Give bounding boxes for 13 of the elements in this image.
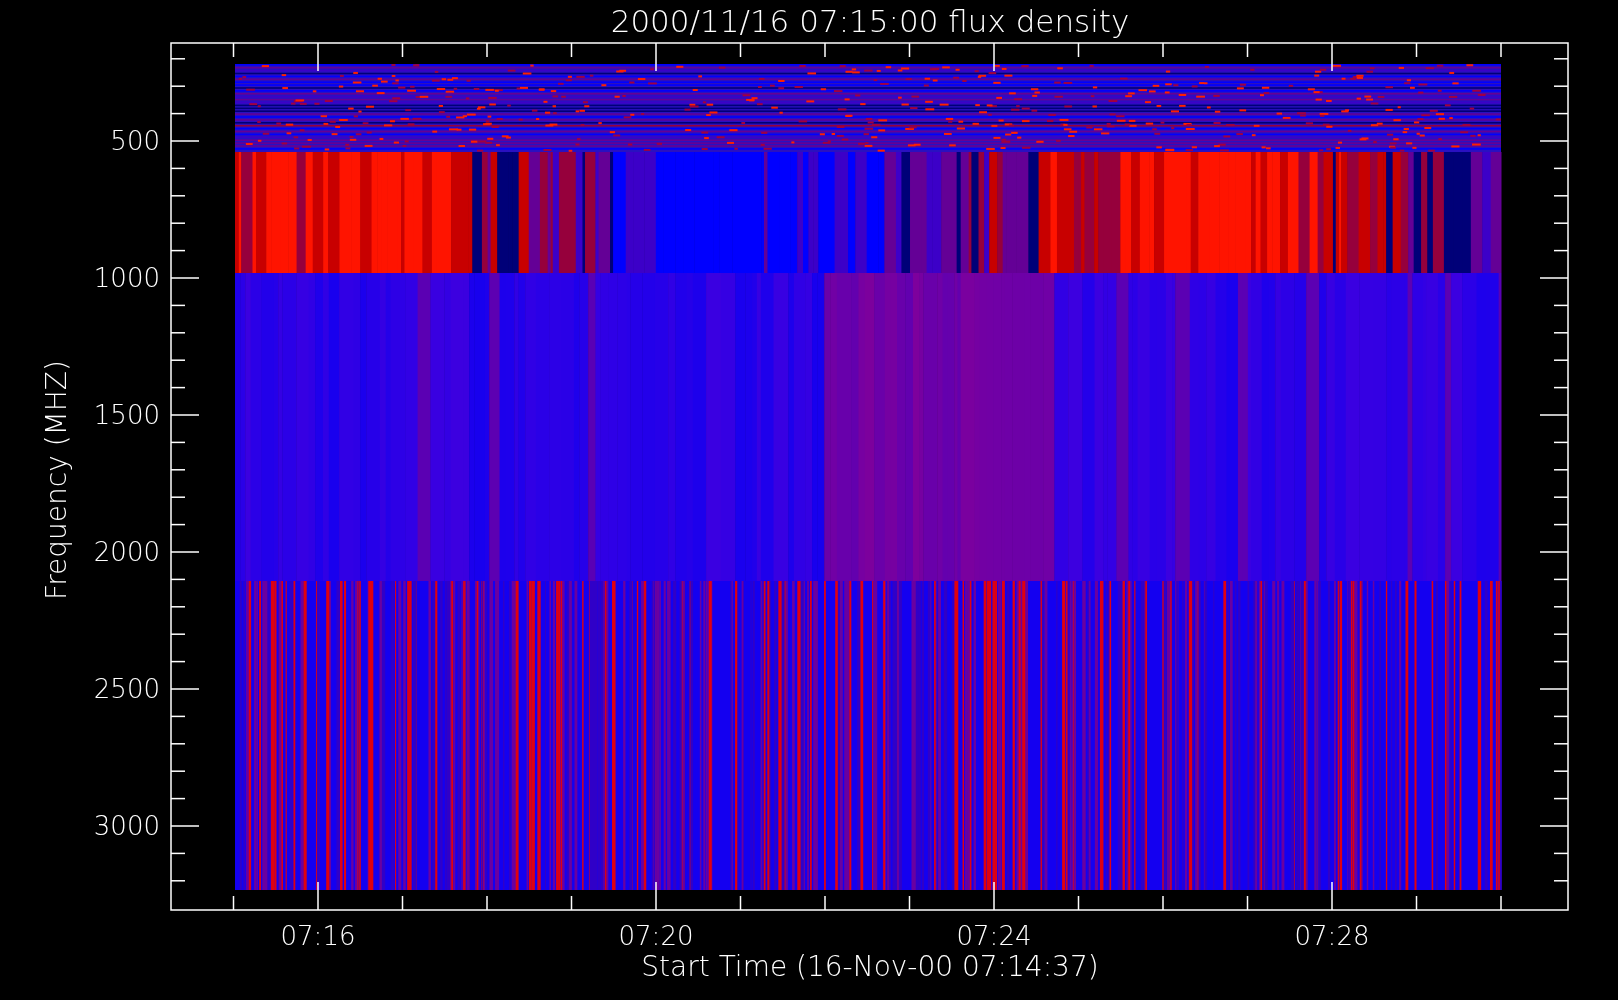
y-tick-label: 1000 — [93, 263, 160, 293]
y-axis-label: Frequency (MHZ) — [40, 360, 73, 600]
y-tick-label: 3000 — [93, 811, 160, 841]
x-tick-label: 07:24 — [956, 921, 1032, 951]
chart-title: 2000/11/16 07:15:00 flux density — [610, 3, 1130, 39]
x-axis-label: Start Time (16-Nov-00 07:14:37) — [641, 950, 1099, 983]
x-tick-label: 07:16 — [280, 921, 356, 951]
y-tick-label: 2500 — [93, 674, 160, 704]
y-tick-label: 500 — [110, 126, 160, 156]
y-tick-label: 1500 — [93, 400, 160, 430]
x-tick-label: 07:20 — [618, 921, 694, 951]
x-tick-label: 07:28 — [1294, 921, 1370, 951]
y-tick-label: 2000 — [93, 537, 160, 567]
